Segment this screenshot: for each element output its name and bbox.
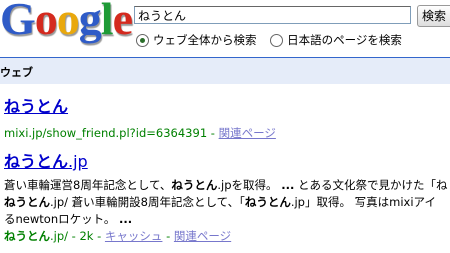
result-snippet-line: 蒼い車輪運営8周年記念として、ねうとん.jpを取得。 ... とある文化祭で見か… xyxy=(4,177,450,194)
result-url-line: ねうとん.jp/ - 2k - キャッシュ - 関連ページ xyxy=(4,228,450,244)
snippet-text: とある文化祭で見かけた「ね xyxy=(294,178,448,192)
search-scope-options: ウェブ全体から検索 日本語のページを検索 xyxy=(136,32,412,48)
snippet-text: .jp/ 蒼い車輪開設8周年記念として、「 xyxy=(50,195,245,209)
result-title-link[interactable]: ねうとん xyxy=(4,93,276,117)
radio-web-all[interactable] xyxy=(136,33,149,47)
snippet-bold: ねうとん xyxy=(171,178,218,192)
snippet-text: 蒼い車輪運営8周年記念として、 xyxy=(4,178,172,192)
related-pages-link[interactable]: 関連ページ xyxy=(219,126,276,140)
result-title-bold[interactable]: ねうとん xyxy=(4,152,68,171)
snippet-text: るnewtonロケット。 xyxy=(4,212,120,226)
snippet-text: .jpを取得。 xyxy=(217,178,282,192)
logo-letter: e xyxy=(112,0,133,44)
result-title-link[interactable]: ねうとん.jp xyxy=(4,148,450,172)
result-url-line: mixi.jp/show_friend.pl?id=6364391 - 関連ペー… xyxy=(4,125,276,141)
radio-japanese-pages-label[interactable]: 日本語のページを検索 xyxy=(287,33,402,47)
cache-link[interactable]: キャッシュ xyxy=(105,229,163,243)
result-snippet-line: るnewtonロケット。 ... xyxy=(4,211,450,228)
results-header-bar: ウェブ xyxy=(0,57,450,84)
result-url: mixi.jp/show_friend.pl?id=6364391 xyxy=(4,126,208,140)
search-button[interactable]: 検索 xyxy=(417,5,450,27)
search-input[interactable]: ねうとん xyxy=(134,6,411,24)
related-pages-link[interactable]: 関連ページ xyxy=(174,229,231,243)
result-title-text[interactable]: ねうとん xyxy=(4,97,68,116)
result-url: .jp/ - 2k - xyxy=(50,229,105,243)
logo-letter: o xyxy=(34,0,58,44)
logo-letter: g xyxy=(78,0,102,44)
search-result: ねうとん.jp 蒼い車輪運営8周年記念として、ねうとん.jpを取得。 ... と… xyxy=(4,148,450,244)
logo-letter: l xyxy=(100,0,114,44)
radio-japanese-pages[interactable] xyxy=(270,33,284,47)
snippet-bold: ねうとん xyxy=(244,195,291,209)
snippet-ellipsis: ... xyxy=(119,212,133,226)
logo-letter: G xyxy=(0,0,36,44)
separator: - xyxy=(162,229,174,243)
search-result: ねうとん mixi.jp/show_friend.pl?id=6364391 -… xyxy=(4,93,276,141)
result-snippet-line: ねうとん.jp/ 蒼い車輪開設8周年記念として、「ねうとん.jp」取得。 写真は… xyxy=(4,194,450,211)
snippet-bold: ねうとん xyxy=(4,195,50,209)
result-url-bold: ねうとん xyxy=(4,229,50,243)
logo-letter: o xyxy=(56,0,80,44)
results-header-label: ウェブ xyxy=(0,66,33,79)
radio-web-all-label[interactable]: ウェブ全体から検索 xyxy=(153,33,257,47)
snippet-ellipsis: ... xyxy=(281,178,295,192)
snippet-text: .jp」取得。 写真はmixiアイ xyxy=(290,195,436,209)
google-logo[interactable]: Google xyxy=(0,0,133,45)
result-title-rest[interactable]: .jp xyxy=(68,152,88,171)
separator: - xyxy=(207,126,219,140)
